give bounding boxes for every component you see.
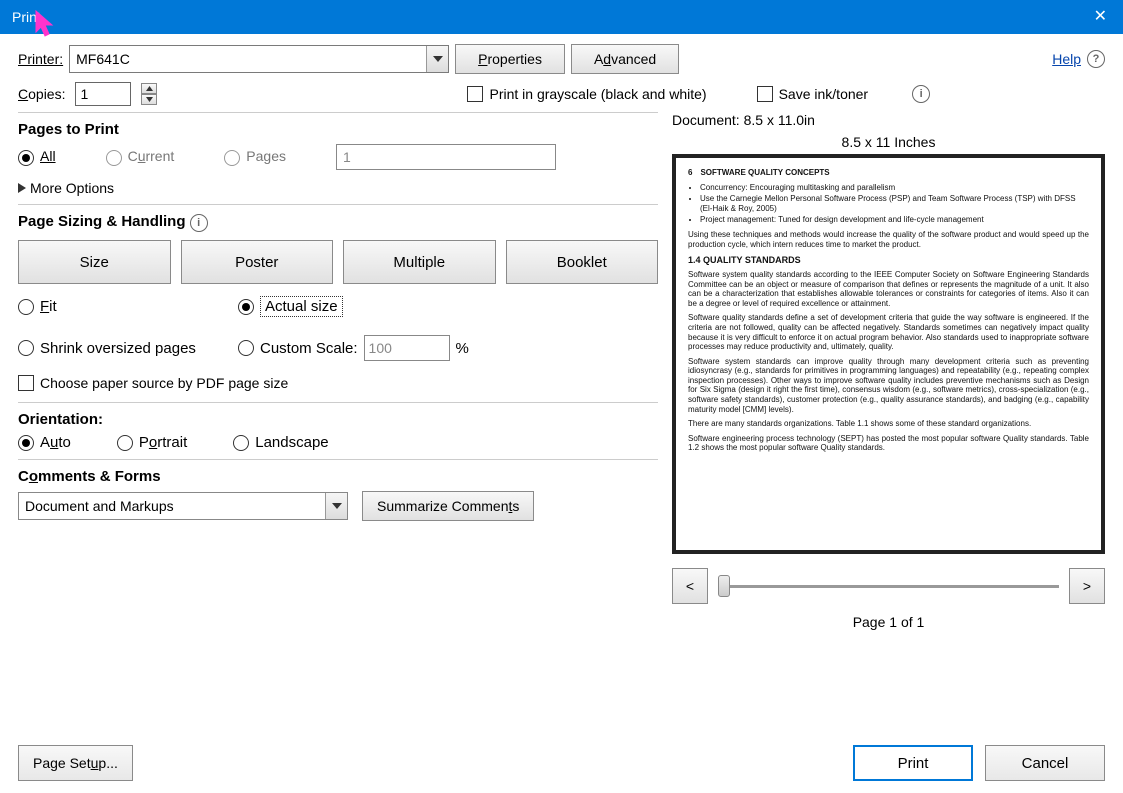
copies-label: Copies: — [18, 86, 65, 102]
spinner-down-icon[interactable] — [141, 94, 157, 105]
spinner-up-icon[interactable] — [141, 83, 157, 94]
pages-to-print-title: Pages to Print — [18, 121, 658, 138]
summarize-button[interactable]: Summarize Comments — [362, 491, 534, 521]
page-count: Page 1 of 1 — [672, 614, 1105, 630]
window-title: Print — [12, 9, 41, 25]
radio-current[interactable]: Current — [106, 148, 175, 165]
copies-input[interactable] — [75, 82, 131, 106]
sizing-title: Page Sizing & Handling i — [18, 213, 658, 232]
radio-auto[interactable]: Auto — [18, 434, 71, 451]
sizing-panel: Page Sizing & Handling i Size Poster Mul… — [18, 204, 658, 394]
orientation-panel: Orientation: Auto Portrait Landscape — [18, 402, 658, 451]
radio-portrait[interactable]: Portrait — [117, 434, 187, 451]
next-page-button[interactable]: > — [1069, 568, 1105, 604]
preview-size: 8.5 x 11 Inches — [672, 134, 1105, 150]
radio-all[interactable]: All — [18, 148, 56, 165]
size-button[interactable]: Size — [18, 240, 171, 284]
grayscale-checkbox[interactable]: Print in grayscale (black and white) — [467, 86, 706, 102]
info-icon[interactable]: i — [190, 214, 208, 232]
radio-pages[interactable]: Pages — [224, 148, 286, 165]
print-preview: 6SOFTWARE QUALITY CONCEPTS Concurrency: … — [672, 154, 1105, 554]
print-button[interactable]: Print — [853, 745, 973, 781]
comments-panel: Comments & Forms Document and Markups Su… — [18, 459, 658, 521]
printer-label: Printer: — [18, 51, 63, 67]
poster-button[interactable]: Poster — [181, 240, 334, 284]
radio-fit[interactable]: Fit — [18, 296, 238, 317]
slider-thumb[interactable] — [718, 575, 730, 597]
radio-actual[interactable]: Actual size — [238, 296, 658, 317]
chevron-down-icon[interactable] — [325, 493, 347, 519]
more-options-toggle[interactable]: More Options — [18, 180, 658, 196]
comments-value: Document and Markups — [25, 498, 174, 514]
printer-select[interactable]: MF641C — [69, 45, 449, 73]
page-setup-button[interactable]: Page Setup... — [18, 745, 133, 781]
pages-input[interactable] — [336, 144, 556, 170]
copies-spinner[interactable] — [141, 83, 157, 105]
radio-landscape[interactable]: Landscape — [233, 434, 328, 451]
properties-button[interactable]: PPropertiesroperties — [455, 44, 565, 74]
radio-custom[interactable]: Custom Scale:% — [238, 335, 658, 361]
help-link[interactable]: Help? — [1052, 50, 1105, 68]
scale-input[interactable] — [364, 335, 450, 361]
printer-value: MF641C — [76, 51, 130, 67]
cancel-button[interactable]: Cancel — [985, 745, 1105, 781]
saveink-checkbox[interactable]: Save ink/toner — [757, 86, 869, 102]
radio-shrink[interactable]: Shrink oversized pages — [18, 335, 238, 361]
document-info: Document: 8.5 x 11.0in — [672, 112, 1105, 128]
orientation-title: Orientation: — [18, 411, 658, 428]
titlebar: Print ✕ — [0, 0, 1123, 34]
pages-to-print-panel: Pages to Print All Current Pages More Op… — [18, 112, 658, 196]
comments-title: Comments & Forms — [18, 468, 658, 485]
advanced-button[interactable]: Advanced — [571, 44, 679, 74]
prev-page-button[interactable]: < — [672, 568, 708, 604]
booklet-button[interactable]: Booklet — [506, 240, 659, 284]
help-icon: ? — [1087, 50, 1105, 68]
info-icon[interactable]: i — [912, 85, 930, 103]
multiple-button[interactable]: Multiple — [343, 240, 496, 284]
close-icon[interactable]: ✕ — [1094, 6, 1107, 26]
chevron-down-icon[interactable] — [426, 46, 448, 72]
comments-select[interactable]: Document and Markups — [18, 492, 348, 520]
page-slider[interactable] — [718, 585, 1059, 588]
papersource-checkbox[interactable]: Choose paper source by PDF page size — [18, 375, 288, 391]
